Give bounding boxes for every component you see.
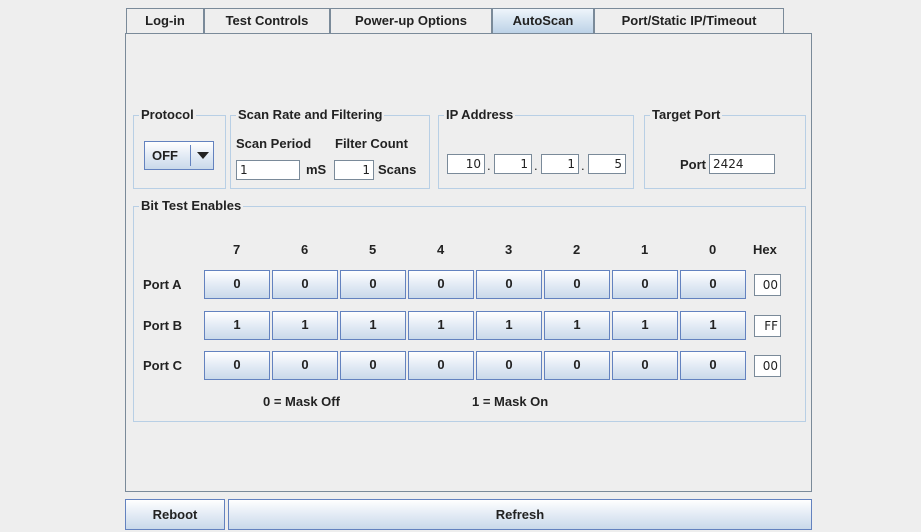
bit-toggle-button[interactable]: 0	[680, 270, 746, 299]
bit-test-enables-group: Bit Test Enables 76543210 Hex Port A0000…	[133, 198, 806, 422]
tab-log-in[interactable]: Log-in	[126, 8, 204, 33]
bit-header-7: 7	[233, 242, 241, 257]
hex-value-input[interactable]: FF	[754, 315, 781, 337]
bit-toggle-button[interactable]: 0	[680, 351, 746, 380]
scan-period-label: Scan Period	[236, 136, 312, 151]
bit-toggle-button[interactable]: 1	[408, 311, 474, 340]
legend-mask-on: 1 = Mask On	[472, 394, 549, 409]
bit-toggle-button[interactable]: 0	[544, 270, 610, 299]
port-row-label: Port C	[143, 358, 182, 373]
ip-octet-1[interactable]: 10	[447, 154, 485, 174]
bit-header-4: 4	[437, 242, 445, 257]
scan-rate-group-label: Scan Rate and Filtering	[236, 107, 385, 123]
autoscan-panel: Protocol OFF Scan Rate and Filtering Sca…	[125, 33, 812, 492]
bit-toggle-button[interactable]: 1	[272, 311, 338, 340]
ip-octet-2[interactable]: 1	[494, 154, 532, 174]
ip-address-group-label: IP Address	[444, 107, 516, 123]
hex-value-input[interactable]: 00	[754, 274, 781, 296]
ip-octet-4[interactable]: 5	[588, 154, 626, 174]
bit-toggle-button[interactable]: 1	[544, 311, 610, 340]
bit-toggle-button[interactable]: 0	[612, 351, 678, 380]
reboot-button[interactable]: Reboot	[125, 499, 225, 530]
bit-header-6: 6	[301, 242, 309, 257]
bit-toggle-button[interactable]: 0	[204, 270, 270, 299]
bit-toggle-button[interactable]: 0	[476, 351, 542, 380]
bit-toggle-button[interactable]: 0	[272, 351, 338, 380]
legend-mask-off: 0 = Mask Off	[263, 394, 340, 409]
hex-value-input[interactable]: 00	[754, 355, 781, 377]
filter-count-input[interactable]: 1	[334, 160, 374, 180]
scan-period-unit: mS	[306, 162, 327, 177]
target-port-group-label: Target Port	[650, 107, 723, 123]
bit-toggle-button[interactable]: 0	[544, 351, 610, 380]
bit-toggle-button[interactable]: 1	[204, 311, 270, 340]
hex-header: Hex	[753, 242, 777, 257]
port-label: Port	[680, 157, 706, 172]
bit-toggle-button[interactable]: 0	[408, 270, 474, 299]
ip-separator: .	[534, 158, 538, 173]
bit-header-0: 0	[709, 242, 717, 257]
ip-octet-3[interactable]: 1	[541, 154, 579, 174]
bit-toggle-button[interactable]: 0	[612, 270, 678, 299]
bit-toggle-button[interactable]: 1	[680, 311, 746, 340]
scan-rate-group: Scan Rate and Filtering Scan Period Filt…	[230, 107, 430, 189]
bit-toggle-button[interactable]: 1	[476, 311, 542, 340]
bit-toggle-button[interactable]: 0	[272, 270, 338, 299]
tab-test-controls[interactable]: Test Controls	[204, 8, 330, 33]
protocol-group: Protocol OFF	[133, 107, 226, 189]
bit-toggle-button[interactable]: 0	[408, 351, 474, 380]
ip-separator: .	[487, 158, 491, 173]
target-port-input[interactable]: 2424	[709, 154, 775, 174]
refresh-button[interactable]: Refresh	[228, 499, 812, 530]
tab-power-up-options[interactable]: Power-up Options	[330, 8, 492, 33]
filter-count-unit: Scans	[378, 162, 417, 177]
bit-test-enables-group-label: Bit Test Enables	[139, 198, 244, 214]
bit-toggle-button[interactable]: 1	[340, 311, 406, 340]
port-row-label: Port B	[143, 318, 182, 333]
bit-toggle-button[interactable]: 1	[612, 311, 678, 340]
protocol-group-label: Protocol	[139, 107, 196, 123]
tab-port-static-ip-timeout[interactable]: Port/Static IP/Timeout	[594, 8, 784, 33]
port-row-label: Port A	[143, 277, 182, 292]
protocol-select[interactable]: OFF	[144, 141, 214, 170]
protocol-select-value: OFF	[152, 148, 178, 163]
bit-toggle-button[interactable]: 0	[340, 351, 406, 380]
bit-toggle-button[interactable]: 0	[476, 270, 542, 299]
tab-autoscan[interactable]: AutoScan	[492, 8, 594, 35]
bit-toggle-button[interactable]: 0	[204, 351, 270, 380]
bit-header-5: 5	[369, 242, 377, 257]
bit-toggle-button[interactable]: 0	[340, 270, 406, 299]
bit-header-2: 2	[573, 242, 581, 257]
bit-header-1: 1	[641, 242, 649, 257]
filter-count-label: Filter Count	[335, 136, 408, 151]
target-port-group: Target Port Port 2424	[644, 107, 806, 189]
select-divider	[190, 145, 191, 166]
chevron-down-icon	[197, 152, 209, 159]
bit-header-3: 3	[505, 242, 513, 257]
ip-separator: .	[581, 158, 585, 173]
ip-address-group: IP Address 10 . 1 . 1 . 5	[438, 107, 634, 189]
scan-period-input[interactable]: 1	[236, 160, 300, 180]
